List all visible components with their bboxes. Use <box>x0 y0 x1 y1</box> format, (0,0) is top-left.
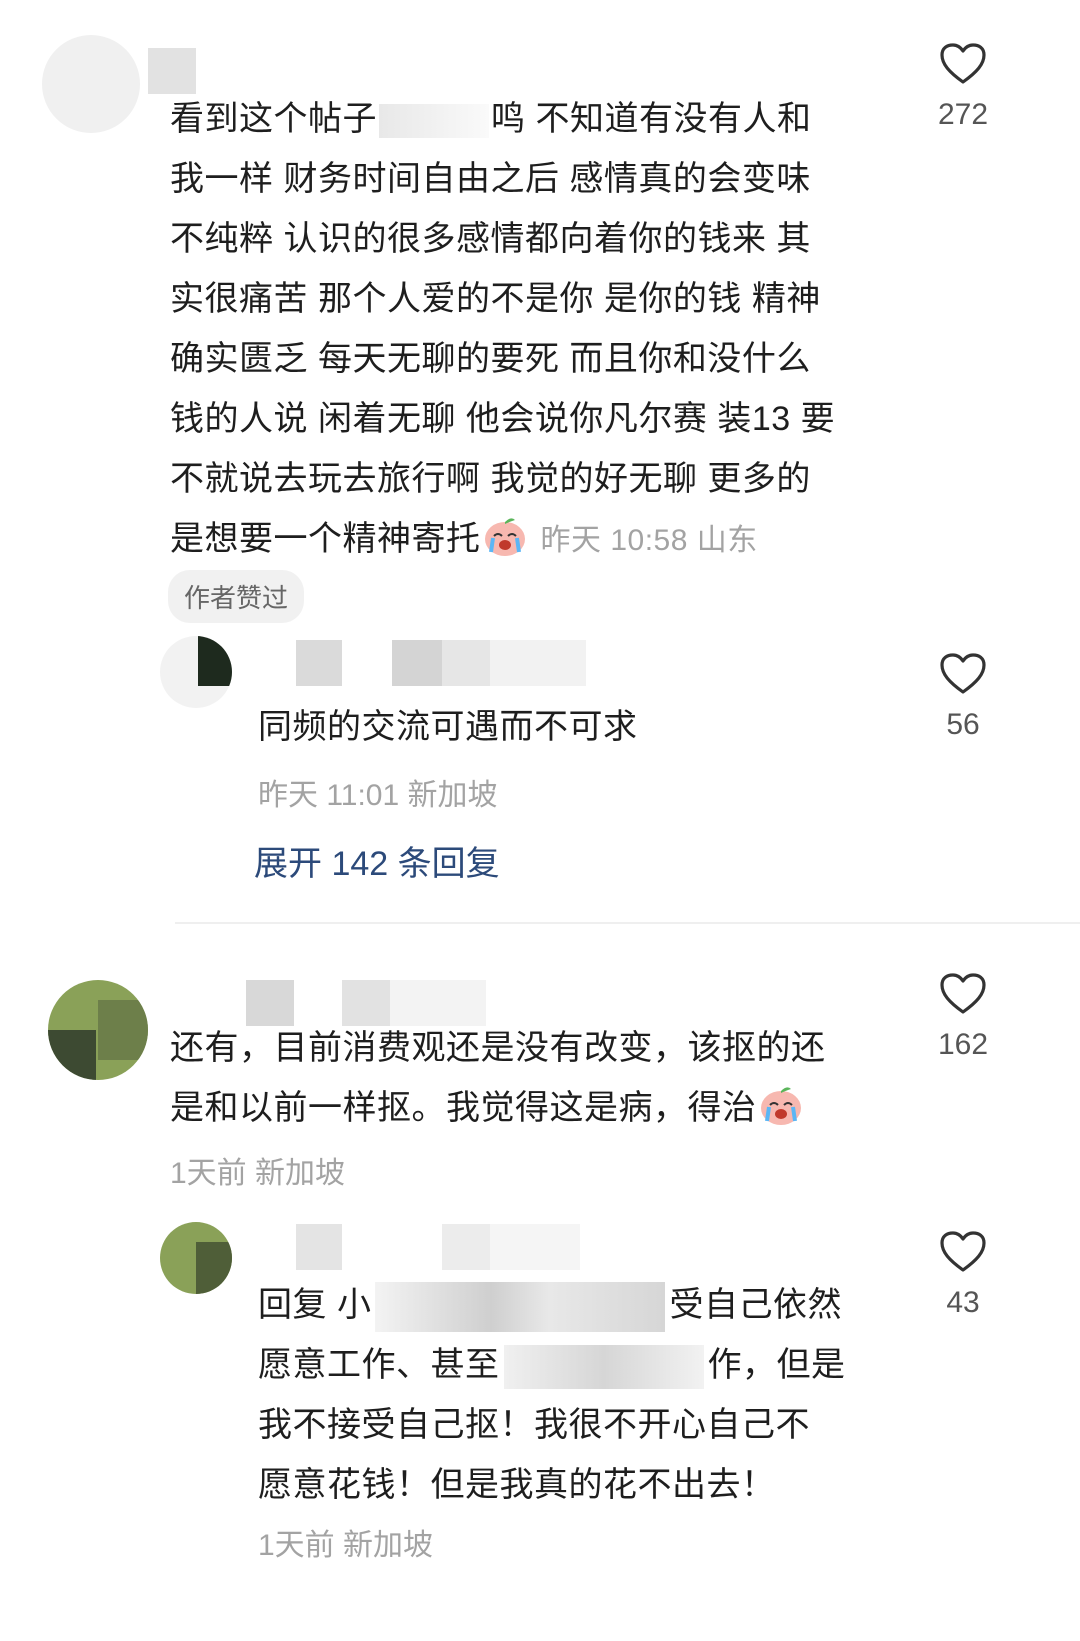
heart-outline-icon <box>940 653 986 694</box>
heart-outline-icon <box>940 1231 986 1272</box>
comment-location: 山东 <box>696 524 758 557</box>
reply-like-count: 43 <box>946 1286 980 1319</box>
avatar[interactable] <box>42 35 140 133</box>
author-liked-badge: 作者赞过 <box>168 570 305 623</box>
comment-text: 还有，目前消费观还是没有改变，该抠的还 是和以前一样抠。我觉得这是病，得治 <box>170 1029 826 1127</box>
reply-like-count: 56 <box>946 708 980 741</box>
reply-username-blurred[interactable] <box>296 640 596 686</box>
reply-like-button[interactable]: 43 <box>918 1230 1008 1320</box>
reply-meta: 昨天 11:01 新加坡 <box>258 779 498 812</box>
reply-text: 同频的交流可遇而不可求 <box>258 708 638 746</box>
reply-text: 回复 小受自己依然 愿意工作、甚至 作，但是 我不接受自己抠！我很不开心自己不 愿… <box>258 1275 918 1515</box>
like-button[interactable]: 272 <box>918 42 1008 132</box>
like-count: 162 <box>937 1028 989 1061</box>
like-button[interactable]: 162 <box>918 972 1008 1062</box>
comment-text: 看到这个帖子鸣 不知道有没有人和 我一样 财务时间自由之后 感情真的会变味 不纯… <box>170 100 836 558</box>
reply-avatar[interactable] <box>160 636 232 708</box>
comment-2: 还有，目前消费观还是没有改变，该抠的还 是和以前一样抠。我觉得这是病，得治 1天… <box>0 950 1080 1640</box>
username-blurred[interactable] <box>148 48 208 94</box>
expand-replies-link[interactable]: 展开 142 条回复 <box>254 836 500 885</box>
like-count: 272 <box>937 98 989 131</box>
redacted-text <box>379 104 489 139</box>
reply-meta: 1天前 新加坡 <box>258 1529 434 1562</box>
reply-like-button[interactable]: 56 <box>918 652 1008 742</box>
redacted-text <box>375 1282 666 1333</box>
crying-face-emoji <box>483 514 527 558</box>
heart-outline-icon <box>940 973 986 1014</box>
avatar[interactable] <box>48 980 148 1080</box>
comment-time: 昨天 10:58 <box>540 524 688 557</box>
divider <box>175 922 1080 924</box>
heart-outline-icon <box>940 43 986 84</box>
comment-1: 看到这个帖子鸣 不知道有没有人和 我一样 财务时间自由之后 感情真的会变味 不纯… <box>0 0 1080 900</box>
redacted-text <box>503 1345 704 1390</box>
reply-avatar[interactable] <box>160 1222 232 1294</box>
reply-username-blurred[interactable] <box>296 1224 586 1270</box>
crying-face-emoji <box>759 1083 803 1127</box>
comment-meta: 1天前 新加坡 <box>170 1157 346 1190</box>
